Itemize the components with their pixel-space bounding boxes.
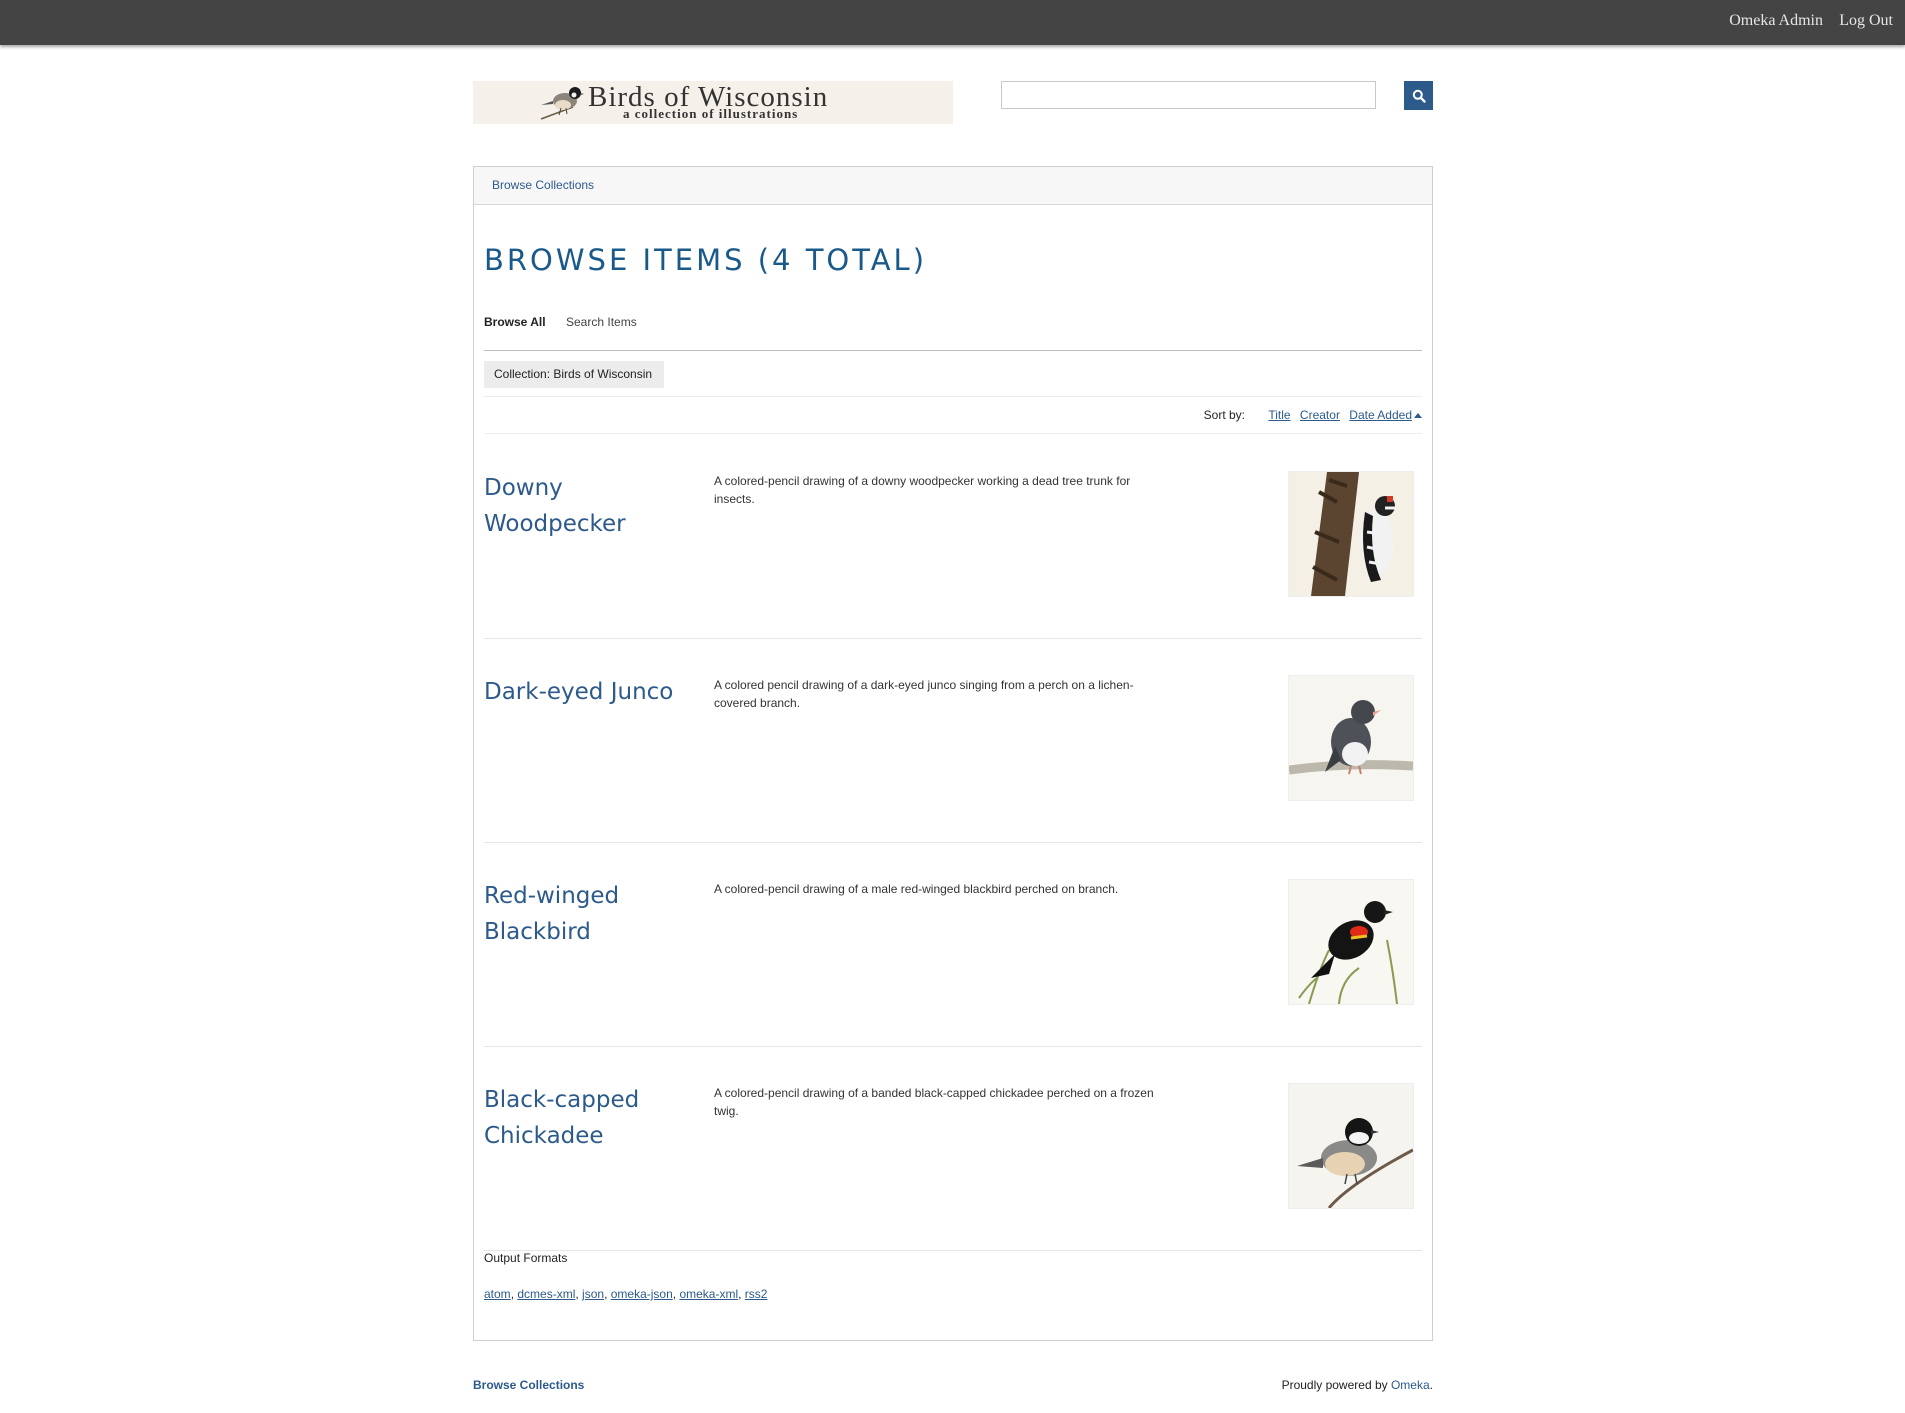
red-winged-blackbird-image [1289,880,1413,1004]
item-thumbnail[interactable] [1288,675,1414,801]
nav-browse-collections[interactable]: Browse Collections [492,178,594,192]
list-item: Dark-eyed Junco A colored pencil drawing… [484,638,1422,843]
sort-links: Sort by: Title Creator Date Added [1204,408,1422,422]
site-subtitle: a collection of illustrations [623,106,799,121]
omeka-link[interactable]: Omeka [1391,1378,1430,1392]
search-icon [1412,89,1426,103]
output-format-link[interactable]: atom [484,1287,511,1301]
output-format-link[interactable]: dcmes-xml [517,1287,575,1301]
item-title-link[interactable]: Red-winged Blackbird [484,878,704,950]
primary-nav: Browse Collections [474,167,1432,205]
divider [484,350,1422,351]
divider [484,396,1422,397]
output-format-link[interactable]: json [582,1287,604,1301]
item-description: A colored-pencil drawing of a male red-w… [714,882,1119,896]
downy-woodpecker-image [1289,472,1413,596]
site-logo[interactable]: Birds of Wisconsin a collection of illus… [473,81,953,124]
item-thumbnail[interactable] [1288,879,1414,1005]
caret-up-icon [1414,413,1422,418]
black-capped-chickadee-image [1289,1084,1413,1208]
item-thumbnail[interactable] [1288,1083,1414,1209]
collection-filter-tag: Collection: Birds of Wisconsin [484,361,665,388]
search-input[interactable] [1001,81,1376,109]
dark-eyed-junco-image [1289,676,1413,800]
sort-title-link[interactable]: Title [1268,408,1290,422]
item-description: A colored-pencil drawing of a downy wood… [714,474,1131,506]
footer-period: . [1429,1378,1433,1392]
sort-date-added-label: Date Added [1349,408,1412,422]
page-title: BROWSE ITEMS (4 TOTAL) [484,243,928,277]
chickadee-logo-icon [540,87,584,120]
footer-browse-collections[interactable]: Browse Collections [473,1378,584,1392]
list-item: Downy Woodpecker A colored-pencil drawin… [484,434,1422,639]
omeka-admin-link[interactable]: Omeka Admin [1729,12,1823,30]
main-content: Browse Collections BROWSE ITEMS (4 TOTAL… [473,166,1433,1341]
item-thumbnail[interactable] [1288,471,1414,597]
sort-label: Sort by: [1203,408,1245,422]
output-formats-list: atom, dcmes-xml, json, omeka-json, omeka… [484,1287,768,1301]
search-button[interactable] [1404,81,1433,110]
subnav-browse-all[interactable]: Browse All [484,315,546,329]
output-format-link[interactable]: omeka-json [611,1287,673,1301]
subnav-search-items[interactable]: Search Items [566,315,637,329]
admin-bar: Omeka Admin Log Out [0,0,1905,45]
output-format-link[interactable]: rss2 [745,1287,768,1301]
item-title-link[interactable]: Dark-eyed Junco [484,674,704,710]
item-description: A colored pencil drawing of a dark-eyed … [714,678,1134,710]
item-title-link[interactable]: Downy Woodpecker [484,470,704,542]
sort-creator-link[interactable]: Creator [1300,408,1340,422]
powered-by-text: Proudly powered by [1281,1378,1388,1392]
sort-date-added-link[interactable]: Date Added [1349,408,1422,422]
logout-link[interactable]: Log Out [1839,12,1893,30]
footer-powered-by: Proudly powered by Omeka. [1282,1378,1433,1392]
item-description: A colored-pencil drawing of a banded bla… [714,1086,1154,1118]
output-formats-label: Output Formats [484,1251,568,1265]
list-item: Black-capped Chickadee A colored-pencil … [484,1046,1422,1251]
output-format-link[interactable]: omeka-xml [679,1287,738,1301]
list-item: Red-winged Blackbird A colored-pencil dr… [484,842,1422,1047]
item-title-link[interactable]: Black-capped Chickadee [484,1082,704,1154]
